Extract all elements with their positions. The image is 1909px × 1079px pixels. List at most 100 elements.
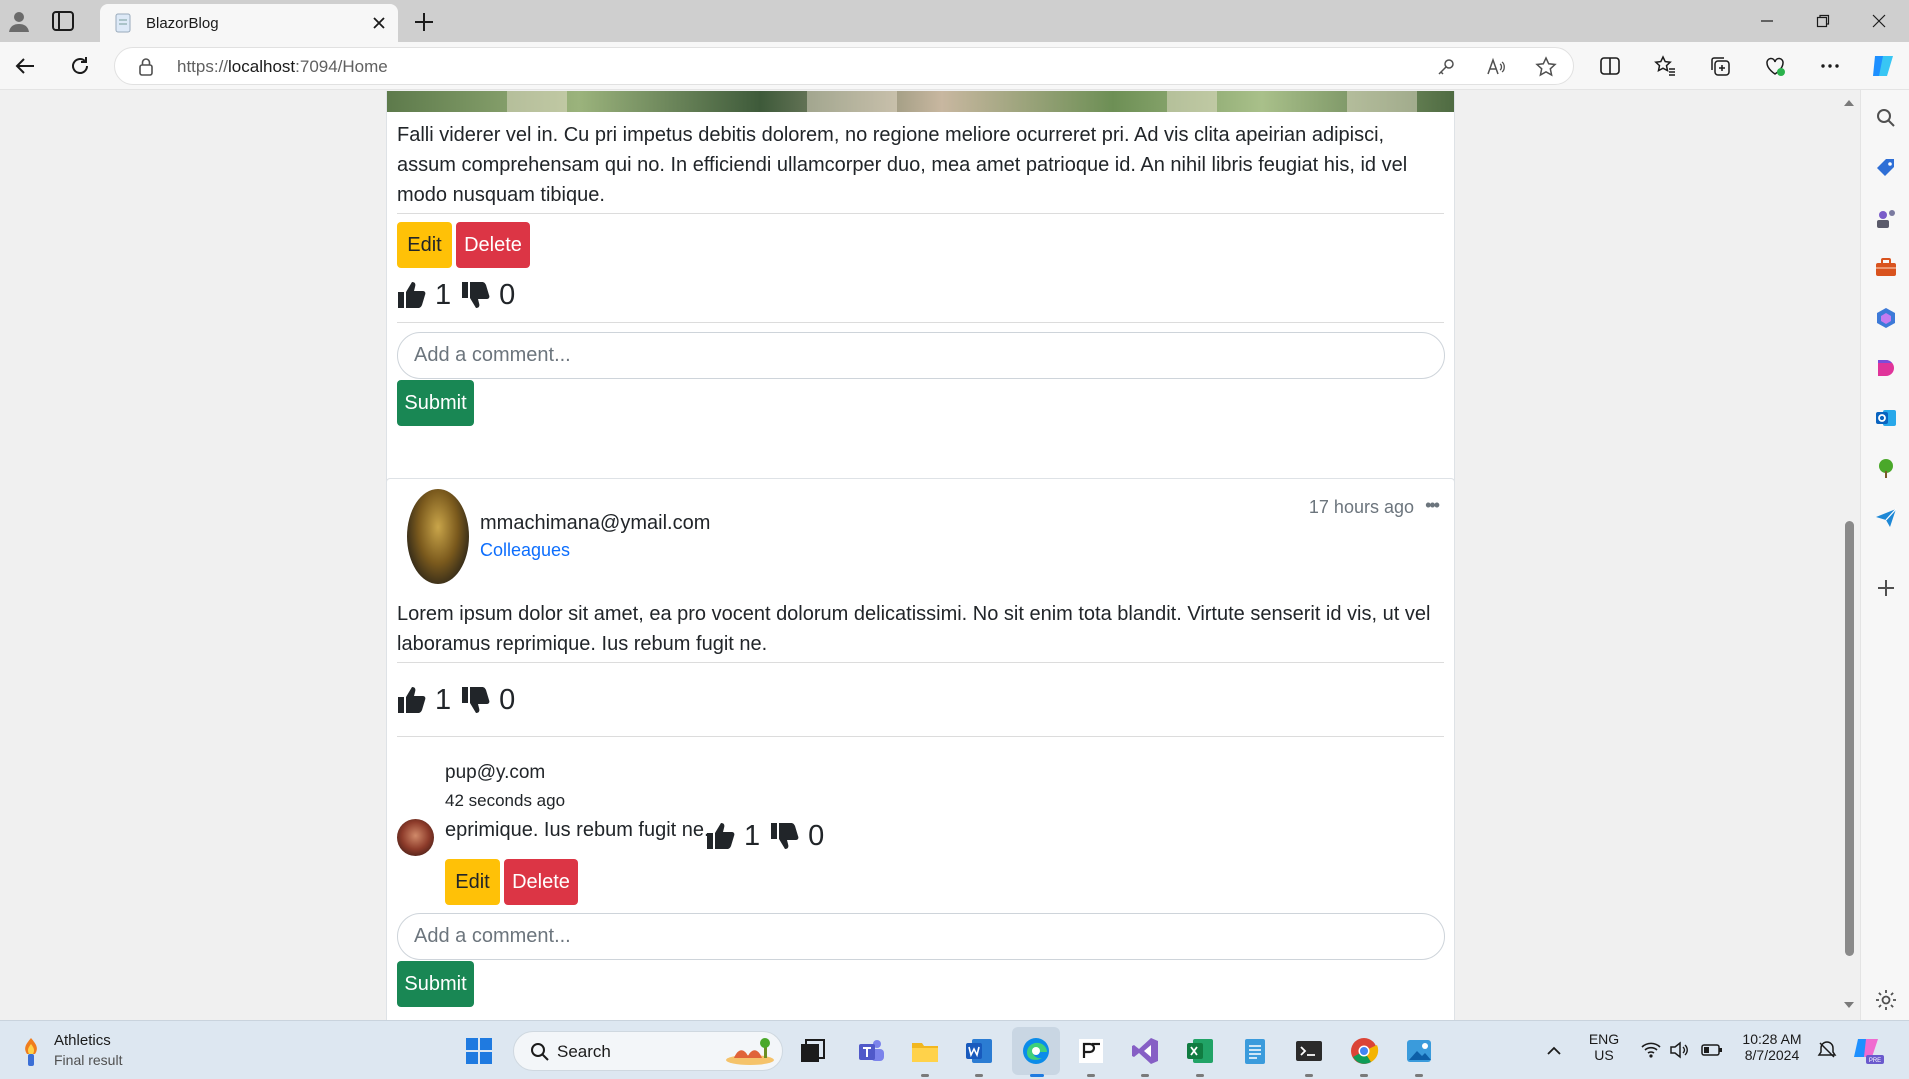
focus-notification-icon[interactable]	[1816, 1039, 1838, 1061]
collections-icon[interactable]	[1706, 52, 1734, 80]
profile-icon[interactable]	[6, 8, 32, 34]
running-indicator	[921, 1074, 929, 1077]
taskbar-search[interactable]: Search	[513, 1031, 783, 1071]
thumbs-up-icon[interactable]	[397, 685, 427, 715]
comment-author: pup@y.com	[445, 762, 546, 783]
submit-comment-button[interactable]: Submit	[397, 380, 474, 426]
running-indicator	[1196, 1074, 1204, 1077]
tab-title: BlazorBlog	[146, 14, 219, 32]
window-close-icon[interactable]	[1852, 0, 1906, 42]
thumbs-down-icon[interactable]	[770, 821, 800, 851]
browser-essentials-icon[interactable]	[1761, 52, 1789, 80]
search-icon	[531, 1043, 549, 1061]
page-favicon-icon	[115, 13, 131, 33]
more-options-icon[interactable]	[1816, 52, 1844, 80]
excel-icon[interactable]	[1185, 1036, 1215, 1066]
running-indicator	[1360, 1074, 1368, 1077]
url-text[interactable]: https://localhost:7094/Home	[177, 57, 388, 77]
page-viewport: Falli viderer vel in. Cu pri impetus deb…	[0, 91, 1838, 1020]
thumbs-up-icon[interactable]	[397, 280, 427, 310]
thumbs-up-icon[interactable]	[706, 821, 736, 851]
designer-icon[interactable]	[1874, 356, 1898, 380]
author-avatar	[407, 489, 469, 584]
tree-icon[interactable]	[1874, 456, 1898, 480]
active-tab[interactable]: BlazorBlog	[100, 4, 398, 42]
tab-actions-icon[interactable]	[50, 9, 76, 33]
photos-icon[interactable]	[1404, 1036, 1434, 1066]
dislike-count: 0	[808, 819, 825, 852]
wifi-icon[interactable]	[1640, 1039, 1662, 1061]
comment-input[interactable]	[397, 913, 1445, 960]
clock-time: 10:28 AM	[1742, 1031, 1802, 1047]
games-icon[interactable]	[1874, 206, 1898, 230]
chrome-icon[interactable]	[1349, 1036, 1379, 1066]
volume-icon[interactable]	[1668, 1039, 1690, 1061]
torch-icon	[25, 1038, 37, 1066]
commenter-avatar	[397, 819, 434, 856]
refresh-icon[interactable]	[66, 52, 94, 80]
battery-icon[interactable]	[1700, 1039, 1724, 1061]
lock-icon[interactable]	[137, 57, 155, 77]
read-aloud-icon[interactable]	[1485, 56, 1507, 78]
running-indicator	[1305, 1074, 1313, 1077]
like-count: 1	[435, 278, 452, 311]
windows-start-icon[interactable]	[464, 1036, 494, 1066]
outlook-icon[interactable]	[1874, 406, 1898, 430]
scrollbar-thumb[interactable]	[1845, 521, 1854, 956]
settings-gear-icon[interactable]	[1874, 988, 1898, 1012]
task-view-icon[interactable]	[797, 1036, 827, 1066]
running-indicator	[1087, 1074, 1095, 1077]
terminal-icon[interactable]	[1294, 1036, 1324, 1066]
delete-comment-button[interactable]: Delete	[504, 859, 578, 905]
edit-comment-button[interactable]: Edit	[445, 859, 500, 905]
restore-icon[interactable]	[1796, 0, 1850, 42]
group-link[interactable]: Colleagues	[480, 540, 570, 561]
copilot-preview-icon[interactable]: PRE	[1852, 1035, 1884, 1065]
word-icon[interactable]	[964, 1036, 994, 1066]
pycharm-icon[interactable]	[1076, 1036, 1106, 1066]
copilot-icon[interactable]	[1869, 52, 1897, 80]
favorites-icon[interactable]	[1651, 52, 1679, 80]
edit-post-button[interactable]: Edit	[397, 222, 452, 268]
comment-input[interactable]	[397, 332, 1445, 379]
thumbs-down-icon[interactable]	[461, 280, 491, 310]
notepad-icon[interactable]	[1240, 1036, 1270, 1066]
favorite-star-icon[interactable]	[1535, 56, 1557, 78]
comment-time: 42 seconds ago	[445, 791, 566, 810]
search-icon[interactable]	[1874, 106, 1898, 130]
new-tab-icon[interactable]	[410, 8, 438, 36]
url-bar[interactable]: https://localhost:7094/Home	[114, 47, 1574, 85]
scroll-up-icon[interactable]	[1843, 97, 1855, 109]
tab-close-icon[interactable]	[370, 14, 388, 32]
submit-comment-button[interactable]: Submit	[397, 961, 474, 1007]
send-icon[interactable]	[1874, 506, 1898, 530]
add-icon[interactable]	[1874, 576, 1898, 600]
weather-widget[interactable]: Athletics Final result	[14, 1030, 154, 1072]
visual-studio-icon[interactable]	[1130, 1036, 1160, 1066]
edge-browser-icon[interactable]	[1021, 1036, 1051, 1066]
clock-date: 8/7/2024	[1744, 1047, 1800, 1063]
chevron-up-icon[interactable]	[1544, 1041, 1564, 1061]
back-icon[interactable]	[11, 52, 39, 80]
running-indicator	[1030, 1074, 1044, 1077]
split-screen-icon[interactable]	[1596, 52, 1624, 80]
thumbs-down-icon[interactable]	[461, 685, 491, 715]
password-key-icon[interactable]	[1435, 56, 1457, 78]
language-indicator[interactable]: ENG US	[1584, 1031, 1624, 1063]
minimize-icon[interactable]	[1740, 0, 1794, 42]
clock[interactable]: 10:28 AM 8/7/2024	[1736, 1031, 1808, 1063]
teams-icon[interactable]	[856, 1036, 886, 1066]
delete-post-button[interactable]: Delete	[456, 222, 530, 268]
address-toolbar: https://localhost:7094/Home	[0, 42, 1909, 90]
shopping-tag-icon[interactable]	[1874, 156, 1898, 180]
tools-icon[interactable]	[1874, 256, 1898, 280]
page-scrollbar[interactable]	[1838, 91, 1860, 1020]
post-author: mmachimana@ymail.com	[480, 512, 711, 534]
scroll-down-icon[interactable]	[1843, 999, 1855, 1011]
file-explorer-icon[interactable]	[910, 1036, 940, 1066]
divider	[397, 662, 1444, 663]
microsoft-365-icon[interactable]	[1874, 306, 1898, 330]
divider	[397, 736, 1444, 737]
search-highlight-icon	[726, 1038, 774, 1065]
post-options-icon[interactable]: •••	[1425, 495, 1440, 516]
